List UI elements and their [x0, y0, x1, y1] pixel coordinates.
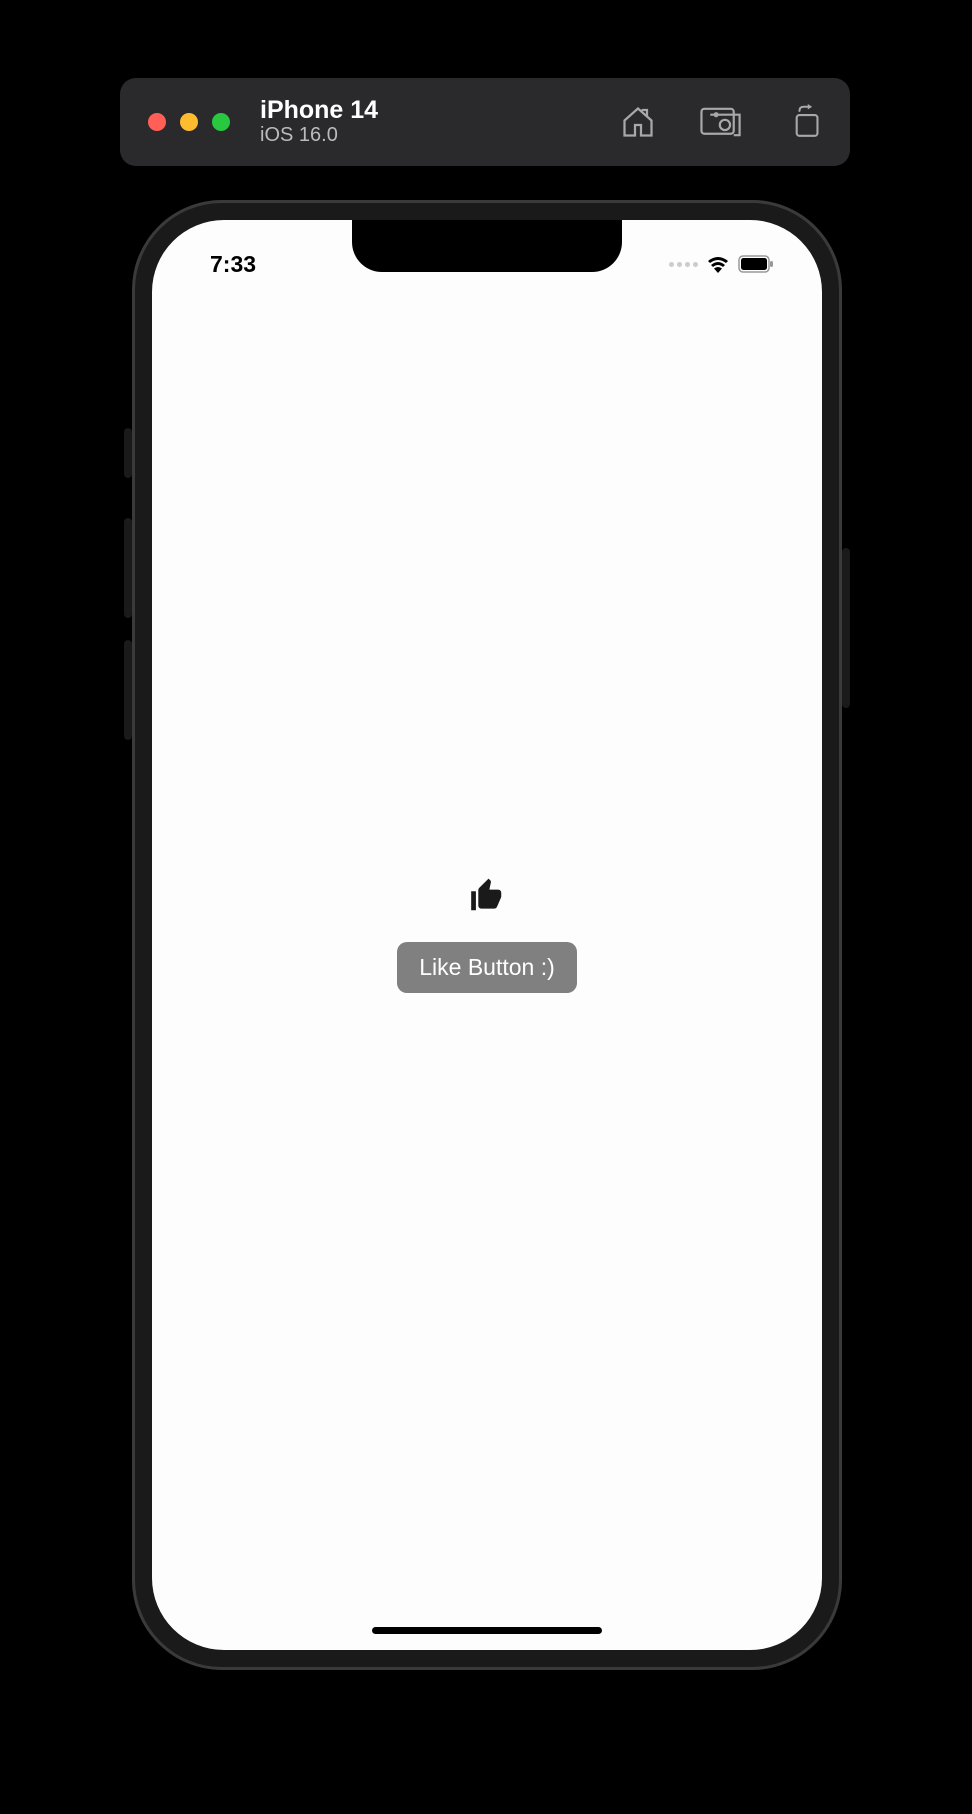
home-indicator[interactable]	[372, 1627, 602, 1634]
notch	[352, 220, 622, 272]
simulator-window-chrome: iPhone 14 iOS 16.0	[120, 78, 850, 166]
volume-up-button[interactable]	[124, 518, 132, 618]
device-os-label: iOS 16.0	[260, 124, 378, 147]
rotate-icon	[788, 104, 822, 140]
battery-icon	[738, 255, 774, 273]
silence-switch[interactable]	[124, 428, 132, 478]
camera-icon	[700, 104, 744, 140]
close-window-button[interactable]	[148, 113, 166, 131]
chrome-actions	[620, 104, 822, 140]
phone-screen: 7:33	[152, 220, 822, 1650]
traffic-lights	[148, 113, 230, 131]
device-name-label: iPhone 14	[260, 97, 378, 125]
status-time: 7:33	[210, 251, 256, 278]
device-info: iPhone 14 iOS 16.0	[260, 97, 378, 148]
home-icon	[620, 104, 656, 140]
home-button[interactable]	[620, 104, 656, 140]
cellular-signal-icon	[669, 262, 698, 267]
like-button[interactable]: Like Button :)	[397, 942, 577, 993]
thumbs-up-icon	[468, 877, 506, 920]
volume-down-button[interactable]	[124, 640, 132, 740]
phone-frame: 7:33	[132, 200, 842, 1670]
status-icons	[669, 255, 774, 273]
rotate-button[interactable]	[788, 104, 822, 140]
screenshot-button[interactable]	[700, 104, 744, 140]
minimize-window-button[interactable]	[180, 113, 198, 131]
app-content: Like Button :)	[152, 220, 822, 1650]
wifi-icon	[706, 255, 730, 273]
power-button[interactable]	[842, 548, 850, 708]
maximize-window-button[interactable]	[212, 113, 230, 131]
